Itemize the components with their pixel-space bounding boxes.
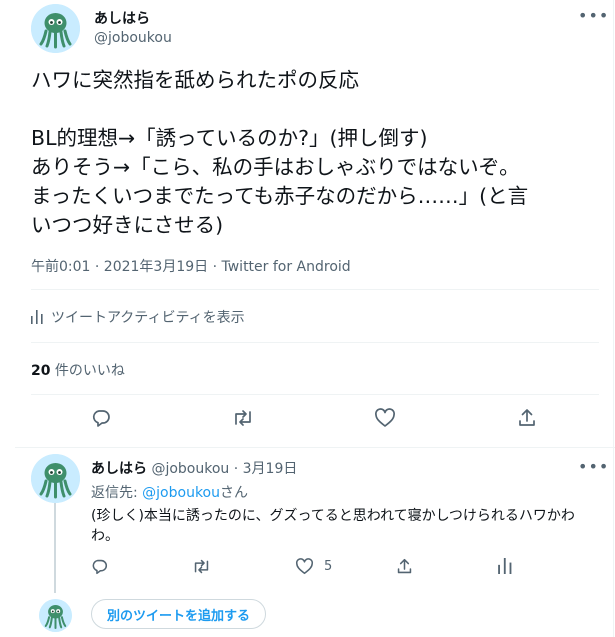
reply-line: わ。 [91,528,119,544]
tweet-line: まったくいつまでたっても赤子なのだから……」(と言 [31,184,529,208]
reply-author-handle[interactable]: @joboukou [151,461,229,477]
tweet-text: ハワに突然指を舐められたポの反応 BL的理想→「誘っているのか?」(押し倒す) … [31,66,601,240]
retweet-icon[interactable] [192,558,211,575]
heart-icon [296,558,313,575]
bar-chart-icon [31,310,43,324]
more-options-icon[interactable]: ••• [578,457,609,476]
divider [31,342,599,343]
view-activity-link[interactable]: ツイートアクティビティを表示 [31,307,245,327]
tweet-line: ハワに突然指を舐められたポの反応 [31,68,359,92]
share-icon[interactable] [515,406,539,430]
likes-label: 件のいいね [50,363,125,379]
cthulhu-avatar-icon [39,599,72,632]
more-options-icon[interactable]: ••• [578,6,609,25]
divider [15,447,615,448]
author-handle[interactable]: @joboukou [94,30,172,46]
cthulhu-avatar-icon [31,454,80,503]
like-count: 5 [324,559,333,574]
divider [31,289,599,290]
share-icon[interactable] [396,558,413,575]
retweet-icon[interactable] [231,406,255,430]
reply-icon[interactable] [91,558,108,575]
reply-line: (珍しく)本当に誘ったのに、グズってると思われて寝かしつけられるハワかわ [91,508,575,524]
reply-date[interactable]: · 3月19日 [234,461,298,477]
likes-summary[interactable]: 20 件のいいね [31,360,125,380]
reply-icon[interactable] [89,406,113,430]
reply-to-suffix: さん [220,485,248,501]
add-another-tweet-button[interactable]: 別のツイートを追加する [91,599,267,629]
tweet-line [31,95,601,124]
author-avatar[interactable] [31,4,80,53]
heart-icon[interactable] [373,406,397,430]
tweet-meta[interactable]: 午前0:01 · 2021年3月19日 · Twitter for Androi… [31,256,351,276]
reply-text: (珍しく)本当に誘ったのに、グズってると思われて寝かしつけられるハワかわ わ。 [91,506,591,546]
thread-line [54,503,56,593]
tweet-line: BL的理想→「誘っているのか?」(押し倒す) [31,126,428,150]
column-border [613,0,614,637]
reply-to: 返信先: @joboukouさん [91,482,248,502]
likes-count: 20 [31,363,51,379]
reply-author-name[interactable]: あしはら [91,461,147,477]
reply-actions: 5 [0,558,615,578]
author-name[interactable]: あしはら [94,8,150,28]
reply-to-prefix: 返信先: [91,485,143,501]
like-button[interactable]: 5 [295,558,332,575]
reply-header: あしはら @joboukou · 3月19日 [91,458,297,478]
cthulhu-avatar-icon [31,4,80,53]
tweet-actions [0,406,615,432]
analytics-icon[interactable] [498,558,512,574]
reply-to-handle[interactable]: @joboukou [142,485,220,501]
tweet-line: ありそう→「こら、私の手はおしゃぶりではないぞ。 [31,155,520,179]
reply-author-avatar[interactable] [31,454,80,503]
divider [31,394,599,395]
activity-label: ツイートアクティビティを表示 [51,310,245,326]
tweet-line: いつつ好きにさせる) [31,213,224,237]
current-user-avatar[interactable] [39,599,72,632]
